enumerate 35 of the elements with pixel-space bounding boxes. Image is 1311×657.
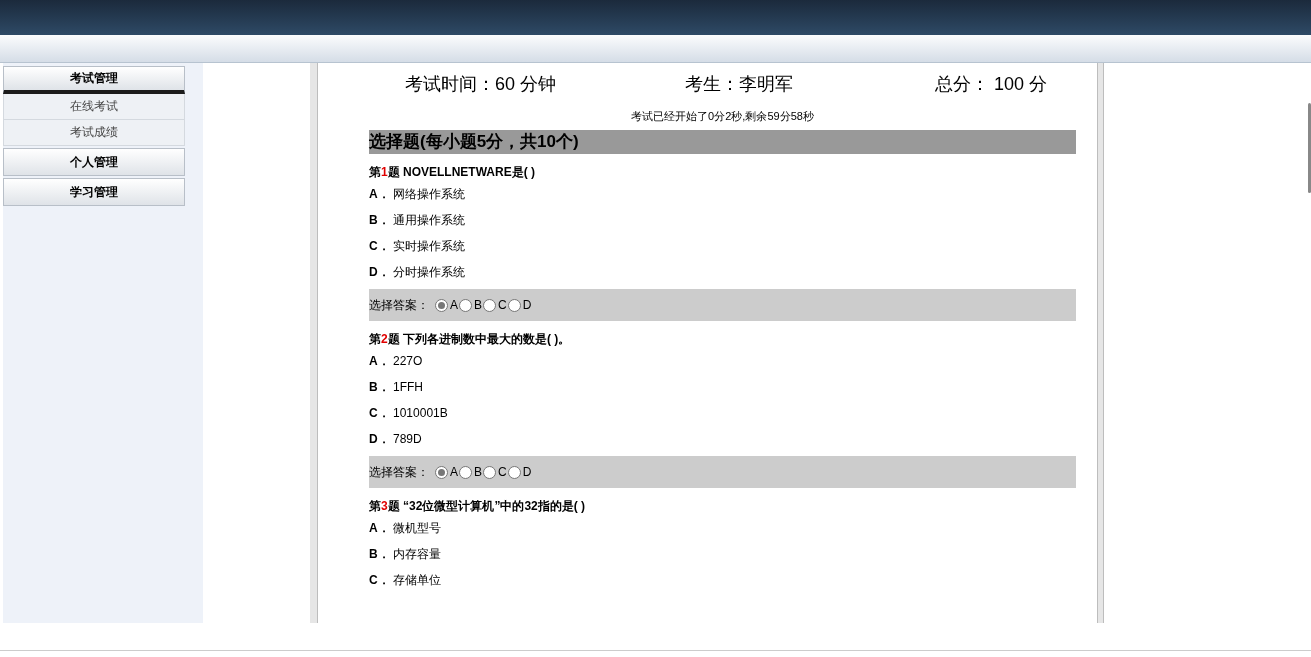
- option-text: D． 分时操作系统: [369, 264, 466, 281]
- answer-label: 选择答案：: [369, 297, 429, 314]
- menu-item[interactable]: 考试成绩: [3, 119, 185, 146]
- option-text: C． 1010001B: [369, 405, 449, 422]
- question-text: 第1题 NOVELLNETWARE是( ): [369, 164, 537, 181]
- student-name: 考生：李明军: [685, 72, 794, 96]
- option-text: B． 通用操作系统: [369, 212, 466, 229]
- option-text: A． 227O: [369, 353, 424, 370]
- answer-radio[interactable]: C: [483, 463, 507, 481]
- option-text: C． 存储单位: [369, 572, 442, 589]
- option-text: A． 微机型号: [369, 520, 442, 537]
- question-text: 第3题 “32位微型计算机”中的32指的是( ): [369, 498, 587, 515]
- exam-time: 考试时间：60 分钟: [405, 72, 558, 96]
- section-title: 选择题(每小题5分，共10个): [369, 130, 1076, 154]
- menu-group-header[interactable]: 考试管理: [3, 65, 185, 94]
- option-text: A． 网络操作系统: [369, 186, 466, 203]
- answer-radio[interactable]: C: [483, 296, 507, 314]
- scrollbar-thumb[interactable]: [1308, 103, 1311, 193]
- answer-radio[interactable]: D: [507, 296, 532, 314]
- answer-label: 选择答案：: [369, 464, 429, 481]
- answer-radio[interactable]: D: [507, 463, 532, 481]
- option-text: D． 789D: [369, 431, 423, 448]
- answer-radio[interactable]: B: [459, 463, 483, 481]
- menu-group-header[interactable]: 个人管理: [3, 147, 185, 176]
- menu-group-header[interactable]: 学习管理: [3, 177, 185, 206]
- question-text: 第2题 下列各进制数中最大的数是( )。: [369, 331, 572, 348]
- answer-radio[interactable]: A: [435, 463, 458, 481]
- option-text: B． 内存容量: [369, 546, 442, 563]
- answer-radio[interactable]: A: [435, 296, 458, 314]
- total-score: 总分： 100 分: [935, 72, 1048, 96]
- menu-item[interactable]: 在线考试: [3, 93, 185, 120]
- answer-radio[interactable]: B: [459, 296, 483, 314]
- option-text: C． 实时操作系统: [369, 238, 466, 255]
- timer-text: 考试已经开始了0分2秒,剩余59分58秒: [631, 110, 814, 122]
- option-text: B． 1FFH: [369, 379, 424, 396]
